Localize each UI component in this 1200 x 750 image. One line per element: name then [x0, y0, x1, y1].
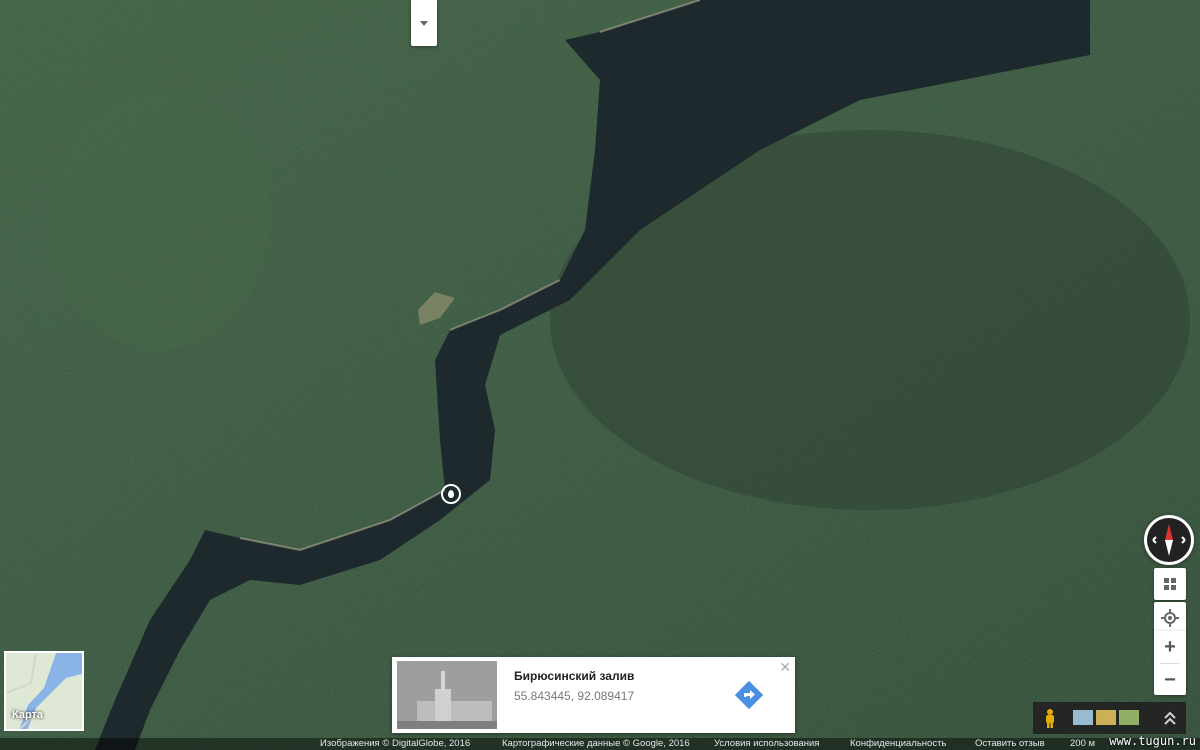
grid-icon — [1164, 578, 1176, 590]
place-title: Бирюсинский залив — [514, 669, 635, 683]
chevron-down-icon — [420, 20, 428, 26]
mapdata-credit: Картографические данные © Google, 2016 — [502, 738, 690, 749]
directions-icon[interactable] — [735, 681, 763, 709]
place-coordinates: 55.843445, 92.089417 — [514, 689, 635, 703]
pegman-icon[interactable] — [1043, 708, 1057, 728]
imagery-thumb-desert[interactable] — [1096, 710, 1116, 725]
feedback-link[interactable]: Оставить отзыв — [975, 738, 1045, 750]
collapse-panel-button[interactable] — [411, 0, 437, 46]
expand-up-icon[interactable] — [1164, 711, 1176, 725]
target-icon — [1161, 609, 1179, 627]
zoom-control: + − — [1154, 631, 1186, 695]
imagery-credit: Изображения © DigitalGlobe, 2016 — [320, 738, 471, 749]
map-view-toggle[interactable]: Карта — [4, 651, 84, 731]
terms-link[interactable]: Условия использования — [714, 738, 819, 750]
compass-control[interactable] — [1144, 515, 1194, 565]
privacy-link[interactable]: Конфиденциальность — [850, 738, 946, 750]
imagery-thumb-forest[interactable] — [1119, 710, 1139, 725]
scale-label: 200 м — [1070, 738, 1096, 749]
light-clearing — [50, 90, 270, 350]
close-icon[interactable]: ✕ — [779, 659, 791, 676]
place-card[interactable]: Бирюсинский залив 55.843445, 92.089417 ✕ — [392, 657, 795, 733]
zoom-out-button[interactable]: − — [1154, 664, 1186, 696]
grid-view-button[interactable] — [1154, 568, 1186, 600]
place-thumbnail[interactable] — [397, 661, 497, 729]
footer-bar: Изображения © DigitalGlobe, 2016 Картогр… — [0, 738, 1200, 750]
satellite-map[interactable] — [0, 0, 1200, 750]
watermark: www.tugun.ru — [1109, 734, 1196, 748]
imagery-panel — [1033, 702, 1186, 734]
minimap-label: Карта — [12, 709, 44, 721]
imagery-thumb-water[interactable] — [1073, 710, 1093, 725]
my-location-button[interactable] — [1154, 602, 1186, 634]
zoom-in-button[interactable]: + — [1154, 631, 1186, 663]
location-pin-icon[interactable] — [441, 484, 461, 504]
